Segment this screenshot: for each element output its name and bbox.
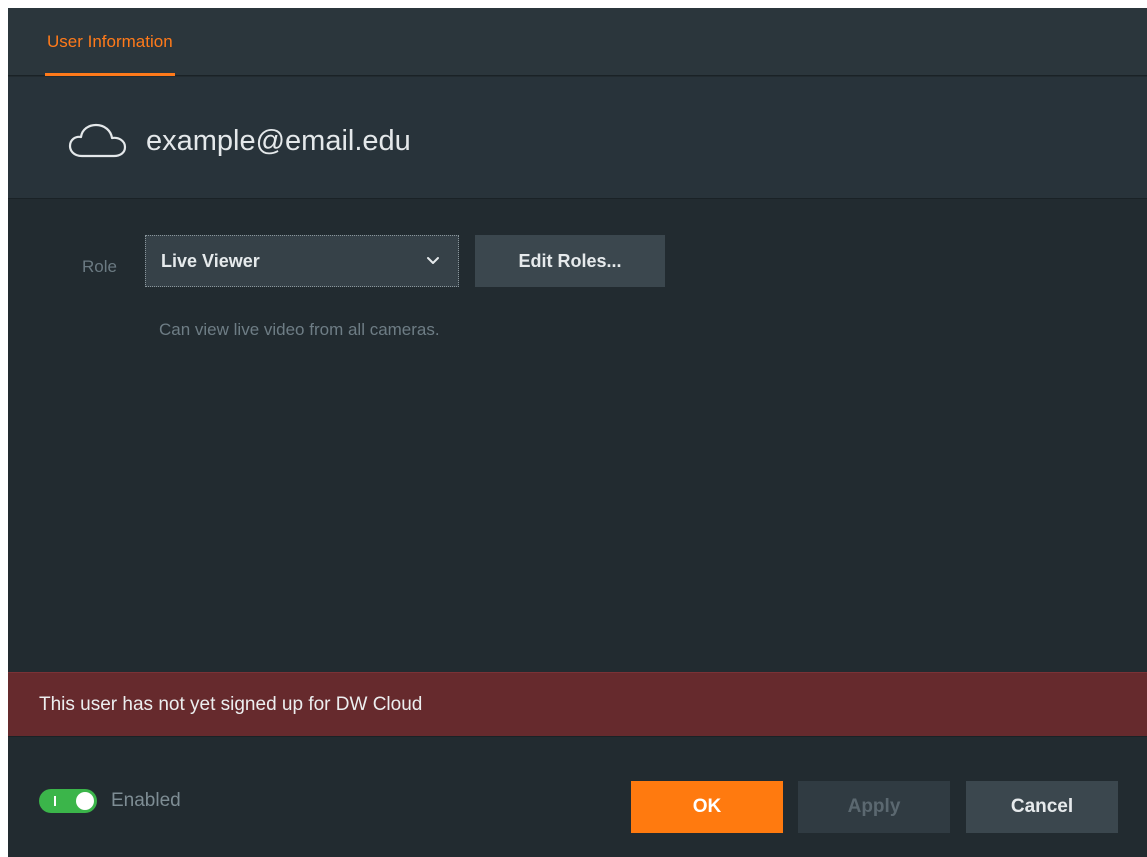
warning-text: This user has not yet signed up for DW C… [39, 693, 423, 715]
edit-roles-button[interactable]: Edit Roles... [475, 235, 665, 287]
toggle-on-mark [54, 796, 56, 806]
role-dropdown[interactable]: Live Viewer [145, 235, 459, 287]
signup-warning-banner: This user has not yet signed up for DW C… [8, 672, 1147, 736]
toggle-knob [76, 792, 94, 810]
role-section: Role Live Viewer Edit Roles... Can view … [8, 200, 1147, 672]
user-email: example@email.edu [146, 125, 411, 157]
user-settings-dialog: User Information example@email.edu Role … [8, 8, 1147, 857]
role-label: Role [82, 257, 117, 276]
role-dropdown-value: Live Viewer [161, 250, 260, 271]
cloud-icon [68, 123, 127, 158]
enabled-label: Enabled [111, 790, 181, 811]
tab-label: User Information [47, 32, 173, 51]
user-header: example@email.edu [8, 77, 1147, 199]
apply-button[interactable]: Apply [798, 781, 950, 833]
tab-bar: User Information [8, 8, 1147, 76]
role-description: Can view live video from all cameras. [159, 320, 440, 339]
tab-user-information[interactable]: User Information [45, 8, 175, 76]
enabled-toggle[interactable] [39, 789, 97, 813]
cancel-button[interactable]: Cancel [966, 781, 1118, 833]
active-tab-indicator [45, 73, 175, 76]
ok-button[interactable]: OK [631, 781, 783, 833]
dialog-footer: Enabled OK Apply Cancel [8, 736, 1147, 857]
chevron-down-icon [427, 257, 439, 264]
